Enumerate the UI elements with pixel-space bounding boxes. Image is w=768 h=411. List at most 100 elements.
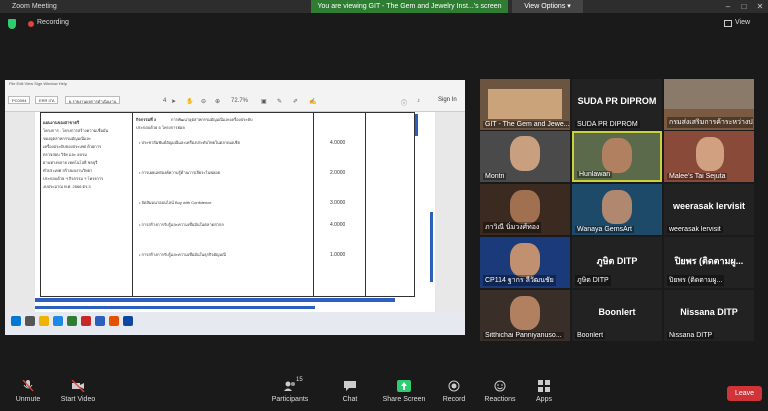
participants-button[interactable]: Participants <box>268 380 312 403</box>
zoom-app-icon[interactable] <box>123 316 133 326</box>
participant-tile[interactable]: Sitthichai Panniyanuso... <box>480 290 570 341</box>
chat-button[interactable]: Chat <box>338 380 362 403</box>
tab-2[interactable]: ERR ITA <box>35 96 59 104</box>
close-button[interactable]: ✕ <box>752 0 768 13</box>
unmute-button[interactable]: Unmute <box>10 380 46 403</box>
fit-icon[interactable]: ▣ <box>261 98 267 105</box>
left-line: ผ่านทางหลาย เทคโนโลยี ชลบุรี <box>43 160 98 165</box>
excel-icon[interactable] <box>67 316 77 326</box>
table-divider <box>365 112 366 297</box>
shield-icon[interactable] <box>8 19 16 29</box>
zoom-window: Zoom Meeting You are viewing GIT - The G… <box>0 0 768 411</box>
value-cell: 2.0000 <box>330 170 346 176</box>
left-line: ประกอบด้วย ฯ กิจกรรม ฯ โครงการ <box>43 176 104 181</box>
participant-tile[interactable]: ภาวิณี นิ่มวงศ์ทอง <box>480 184 570 235</box>
participant-tile[interactable]: SUDA PR DIPROM SUDA PR DIPROM <box>572 79 662 130</box>
zoom-out-icon[interactable]: ⊖ <box>201 98 206 105</box>
participant-big-name: ภูษิต DITP <box>596 256 638 266</box>
view-options-button[interactable]: View Options ▾ <box>512 0 583 13</box>
share-screen-button[interactable]: Share Screen <box>382 380 426 403</box>
participant-tile[interactable]: Boonlert Boonlert <box>572 290 662 341</box>
start-video-button[interactable]: Start Video <box>58 380 98 403</box>
hand-icon[interactable]: ✋ <box>186 98 193 105</box>
pdf-toolbar: File Edit View Sign Window Help PC0094 E… <box>5 80 465 112</box>
activity-sub: ประกอบด้วย 5 โครงการย่อย <box>136 125 185 130</box>
apps-button[interactable]: Apps <box>532 380 556 403</box>
participant-tile[interactable]: Wanaya GemsArt <box>572 184 662 235</box>
record-label: Record <box>442 396 466 403</box>
left-line: ทั่วประเทศ สร้างผลงานวิทยา <box>43 168 93 173</box>
share-banner: You are viewing GIT - The Gem and Jewelr… <box>311 0 508 13</box>
participant-tile[interactable]: กรมส่งเสริมการค้าระหว่างประเทศ <box>664 79 754 130</box>
participant-tile[interactable]: GIT - The Gem and Jewe... <box>480 79 570 130</box>
sign-icon[interactable]: ✍ <box>309 98 316 105</box>
participant-tile[interactable]: ภูษิต DITP ภูษิต DITP <box>572 237 662 288</box>
minimize-button[interactable]: – <box>720 0 736 13</box>
help-icon[interactable]: ⓘ <box>401 98 407 107</box>
participants-count: 15 <box>296 377 303 383</box>
tab-3[interactable]: ผ.รายงานผลการดำเนินงาน <box>65 96 121 104</box>
cursor-icon[interactable]: ➤ <box>171 98 176 105</box>
participant-tile[interactable]: Montri <box>480 131 570 182</box>
search-icon[interactable] <box>25 316 35 326</box>
table-divider <box>132 112 133 297</box>
powerpoint-icon[interactable] <box>109 316 119 326</box>
participant-name: weerasak lervisit <box>667 226 723 233</box>
participant-tile[interactable]: Malee's Tai Sejuta <box>664 131 754 182</box>
recording-label: Recording <box>37 19 69 26</box>
shared-screen[interactable]: File Edit View Sign Window Help PC0094 E… <box>5 80 465 335</box>
participant-tile[interactable]: ปิยพร (ติดตามผู... ปิยพร (ติดตามผู... <box>664 237 754 288</box>
comment-icon[interactable]: ✎ <box>277 98 282 105</box>
meeting-toolbar: Unmute Start Video Participants 15 Chat … <box>0 375 768 411</box>
bullet-item: • การเผยแพร่องค์ความรู้ด้านการเจียระไนพล… <box>139 170 221 175</box>
participant-big-name: ปิยพร (ติดตามผู... <box>674 256 744 266</box>
activity-header: กิจกรรมที่ 3 <box>136 117 157 122</box>
windows-start-icon[interactable] <box>11 316 21 326</box>
word-icon[interactable] <box>95 316 105 326</box>
file-explorer-icon[interactable] <box>39 316 49 326</box>
participant-name: กรมส่งเสริมการค้าระหว่างประเทศ <box>667 117 753 128</box>
participant-name: Sitthichai Panniyanuso... <box>483 332 564 339</box>
zoom-in-icon[interactable]: ⊕ <box>215 98 220 105</box>
reactions-button[interactable]: Reactions <box>482 380 518 403</box>
video-off-icon <box>71 380 85 392</box>
bullet-item: • ประชาสัมพันธ์อัญมณีและเครื่องประดับไทย… <box>139 140 240 145</box>
participant-name: CP114 ฐากร ลีวัฒนชัย <box>483 275 556 286</box>
value-cell: 4.0000 <box>330 140 346 146</box>
scrollbar-thumb[interactable] <box>430 212 433 282</box>
horizontal-blue-bar <box>35 298 395 302</box>
start-video-label: Start Video <box>60 396 96 403</box>
zoom-level[interactable]: 72.7% <box>231 98 248 104</box>
participant-name: Hunlawan <box>577 171 613 178</box>
tab-1[interactable]: PC0094 <box>8 96 31 104</box>
left-header: แผนงานของสาขาตรี <box>43 120 80 125</box>
leave-button[interactable]: Leave <box>727 386 762 401</box>
view-button[interactable]: View <box>735 19 750 26</box>
bell-icon[interactable]: ♪ <box>417 98 420 104</box>
participant-tile[interactable]: weerasak lervisit weerasak lervisit <box>664 184 754 235</box>
participant-name: Montri <box>483 173 507 180</box>
participant-tile[interactable]: Nissana DITP Nissana DITP <box>664 290 754 341</box>
participant-name: GIT - The Gem and Jewe... <box>483 121 569 128</box>
apps-icon <box>538 380 550 392</box>
blue-marker <box>415 114 418 136</box>
participant-name: ปิยพร (ติดตามผู... <box>667 275 725 286</box>
participant-tile[interactable]: CP114 ฐากร ลีวัฒนชัย <box>480 237 570 288</box>
left-line: โครงการ : โครงการสร้างความเชื่อมั่น <box>43 128 109 133</box>
participant-name: Nissana DITP <box>667 332 715 339</box>
sign-in-button[interactable]: Sign In <box>438 97 457 103</box>
value-cell: 3.0000 <box>330 200 346 206</box>
left-line: ของอุตสาหกรรมอัญมณีและ <box>43 136 92 141</box>
chat-label: Chat <box>342 396 358 403</box>
page-number: 4 <box>163 98 167 104</box>
highlight-icon[interactable]: ✐ <box>293 98 298 105</box>
windows-taskbar <box>5 312 465 335</box>
reactions-label: Reactions <box>484 396 516 403</box>
record-button[interactable]: Record <box>440 380 468 403</box>
pdf-app-icon[interactable] <box>81 316 91 326</box>
participant-tile-active[interactable]: Hunlawan <box>572 131 662 182</box>
video-feed <box>510 136 540 171</box>
maximize-button[interactable]: □ <box>736 0 752 13</box>
edge-icon[interactable] <box>53 316 63 326</box>
view-icon[interactable] <box>724 20 732 27</box>
